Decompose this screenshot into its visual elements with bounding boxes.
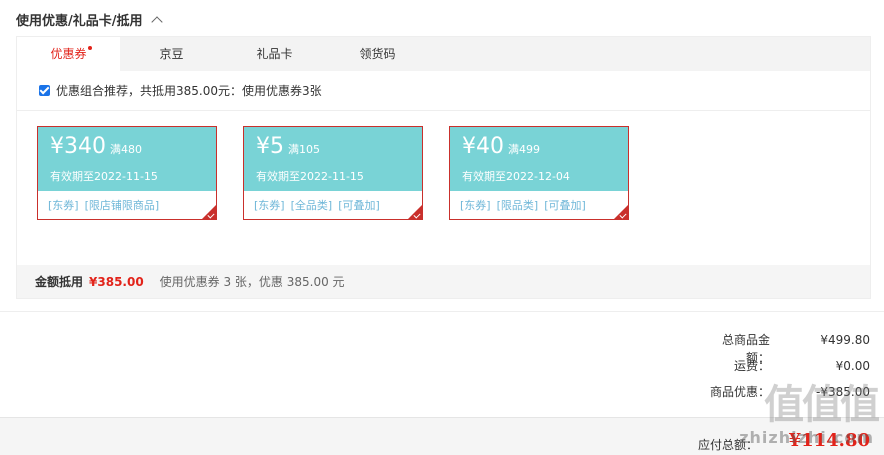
recommend-checkbox[interactable] [39, 85, 50, 96]
coupon-tag: [可叠加] [544, 199, 586, 212]
tab-bar: 优惠券 京豆 礼品卡 领货码 [17, 37, 870, 71]
recommend-text: 优惠组合推荐，共抵用385.00元：使用优惠券3张 [56, 84, 322, 98]
new-dot-icon [87, 46, 92, 50]
coupon-tag: [可叠加] [338, 199, 380, 212]
deduction-amount: ¥385.00 [89, 274, 144, 289]
coupon-tag: [限品类] [496, 199, 539, 212]
coupon-amount: ¥340 [50, 134, 106, 159]
coupon-list: ¥340 满480 有效期至2022-11-15 [东券] [限店铺限商品] ¥5… [37, 126, 629, 220]
summary-row: 总商品金额： ¥499.80 [721, 333, 870, 365]
section-title: 使用优惠/礼品卡/抵用 [16, 14, 143, 29]
tab-gift-card[interactable]: 礼品卡 [223, 37, 326, 71]
coupon-tag: [东券] [48, 199, 79, 212]
coupon-amount: ¥40 [462, 134, 504, 159]
coupon-tag: [东券] [460, 199, 491, 212]
coupon-tag: [东券] [254, 199, 285, 212]
coupon-tag: [全品类] [290, 199, 333, 212]
deduction-desc: 使用优惠券 3 张，优惠 385.00 元 [159, 275, 345, 289]
tab-jingdou[interactable]: 京豆 [120, 37, 223, 71]
recommend-row: 优惠组合推荐，共抵用385.00元：使用优惠券3张 [17, 71, 870, 111]
coupon-card[interactable]: ¥5 满105 有效期至2022-11-15 [东券] [全品类] [可叠加] [243, 126, 423, 220]
watermark-logo: 值值值 [764, 382, 880, 428]
discount-panel: 优惠券 京豆 礼品卡 领货码 优惠组合推荐，共抵用385.00元：使用优惠券3张… [16, 36, 871, 299]
divider [0, 311, 884, 312]
coupon-amount: ¥5 [256, 134, 284, 159]
watermark-site: zhizhizhi.com [739, 428, 874, 447]
coupon-validity: 有效期至2022-11-15 [50, 170, 158, 183]
deduction-label: 金额抵用 [35, 275, 84, 289]
coupon-card[interactable]: ¥340 满480 有效期至2022-11-15 [东券] [限店铺限商品] [37, 126, 217, 220]
deduction-bar: 金额抵用 ¥385.00 使用优惠券 3 张，优惠 385.00 元 [17, 265, 870, 298]
coupon-validity: 有效期至2022-12-04 [462, 170, 570, 183]
coupon-validity: 有效期至2022-11-15 [256, 170, 364, 183]
coupon-tag: [限店铺限商品] [84, 199, 160, 212]
coupon-card[interactable]: ¥40 满499 有效期至2022-12-04 [东券] [限品类] [可叠加] [449, 126, 629, 220]
coupon-condition: 满480 [110, 143, 142, 156]
coupon-condition: 满499 [508, 143, 540, 156]
section-toggle[interactable]: 使用优惠/礼品卡/抵用 [16, 10, 163, 29]
tab-pickup-code[interactable]: 领货码 [326, 37, 429, 71]
chevron-up-icon [150, 15, 163, 28]
tab-coupons[interactable]: 优惠券 [17, 37, 120, 71]
coupon-condition: 满105 [288, 143, 320, 156]
